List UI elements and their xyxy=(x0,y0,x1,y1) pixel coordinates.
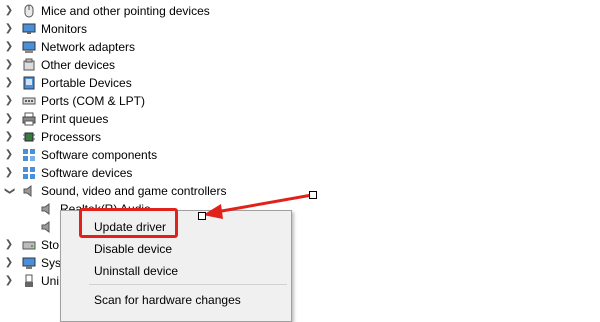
selection-handle xyxy=(198,212,206,220)
selection-handle xyxy=(309,191,317,199)
annotation-arrow-icon xyxy=(203,193,313,219)
